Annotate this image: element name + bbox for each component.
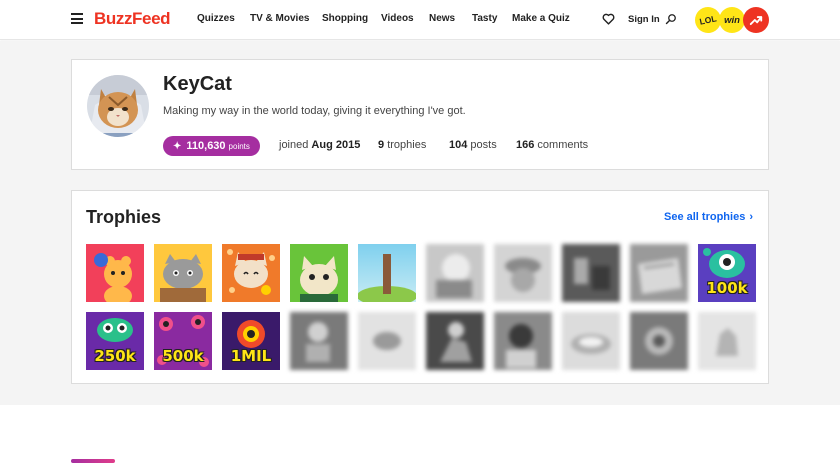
trophy-locked[interactable] xyxy=(426,244,484,302)
comments-count: 166 xyxy=(516,139,535,151)
joined-date: Aug 2015 xyxy=(311,139,361,151)
nav-make-a-quiz[interactable]: Make a Quiz xyxy=(512,13,570,24)
buzzfeed-logo[interactable]: BuzzFeed xyxy=(94,9,171,29)
trophy-250k[interactable]: 250k xyxy=(86,312,144,370)
trophies-label: trophies xyxy=(387,139,427,151)
trophy-locked[interactable] xyxy=(630,312,688,370)
search-icon[interactable] xyxy=(665,13,677,25)
points-badge: ✦ 110,630 points xyxy=(163,136,260,156)
username: KeyCat xyxy=(163,73,232,95)
cat-avatar-image xyxy=(87,75,149,137)
trophy-locked[interactable] xyxy=(630,244,688,302)
posts-stat[interactable]: 104 posts xyxy=(449,139,497,151)
milestone-label: 250k xyxy=(94,347,136,365)
trophies-stat[interactable]: 9 trophies xyxy=(378,139,426,151)
nav-tasty[interactable]: Tasty xyxy=(472,13,497,24)
trophy-frog[interactable] xyxy=(290,244,348,302)
trophy-tree-stump[interactable] xyxy=(358,244,416,302)
trophy-locked[interactable] xyxy=(426,312,484,370)
comments-stat[interactable]: 166 comments xyxy=(516,139,588,151)
user-bio: Making my way in the world today, giving… xyxy=(163,105,466,117)
site-header: BuzzFeed Quizzes TV & Movies Shopping Vi… xyxy=(0,0,840,40)
points-unit: points xyxy=(228,141,250,151)
nav-news[interactable]: News xyxy=(429,13,455,24)
trophies-card: Trophies See all trophies › 100k 250k 500… xyxy=(71,190,769,384)
chevron-right-icon: › xyxy=(749,211,753,223)
trophies-count: 9 xyxy=(378,139,385,151)
posts-label: posts xyxy=(470,139,497,151)
decorative-bar xyxy=(71,459,115,463)
trophy-500k[interactable]: 500k xyxy=(154,312,212,370)
trophy-locked[interactable] xyxy=(494,244,552,302)
see-all-label: See all trophies xyxy=(664,211,746,223)
nav-shopping[interactable]: Shopping xyxy=(322,13,368,24)
trophy-locked[interactable] xyxy=(698,312,756,370)
trophy-1mil[interactable]: 1MIL xyxy=(222,312,280,370)
nav-tv-movies[interactable]: TV & Movies xyxy=(250,13,309,24)
trophy-locked[interactable] xyxy=(494,312,552,370)
sparkle-icon: ✦ xyxy=(173,140,182,152)
milestone-label: 500k xyxy=(162,347,204,365)
milestone-label: 1MIL xyxy=(230,347,272,365)
posts-count: 104 xyxy=(449,139,468,151)
trophies-heading: Trophies xyxy=(86,207,162,227)
joined-stat: joined Aug 2015 xyxy=(279,139,360,151)
nav-videos[interactable]: Videos xyxy=(381,13,414,24)
trophy-locked[interactable] xyxy=(358,312,416,370)
win-badge[interactable]: win xyxy=(719,7,745,33)
trophy-bear[interactable] xyxy=(86,244,144,302)
milestone-label: 100k xyxy=(706,279,748,297)
heart-icon[interactable] xyxy=(602,13,615,25)
trophy-100k[interactable]: 100k xyxy=(698,244,756,302)
trophy-locked[interactable] xyxy=(562,244,620,302)
trophy-locked[interactable] xyxy=(290,312,348,370)
see-all-trophies-link[interactable]: See all trophies › xyxy=(664,211,753,223)
trophy-locked[interactable] xyxy=(562,312,620,370)
sign-in-link[interactable]: Sign In xyxy=(628,14,660,25)
points-value: 110,630 xyxy=(186,140,226,152)
trending-badge[interactable] xyxy=(743,7,769,33)
profile-card: KeyCat Making my way in the world today,… xyxy=(71,59,769,170)
trending-icon xyxy=(749,16,763,26)
menu-icon[interactable] xyxy=(71,13,83,24)
avatar[interactable] xyxy=(87,75,149,137)
trophy-grumpy-cat[interactable] xyxy=(154,244,212,302)
trophy-happy-cat[interactable] xyxy=(222,244,280,302)
comments-label: comments xyxy=(537,139,589,151)
nav-quizzes[interactable]: Quizzes xyxy=(197,13,235,24)
joined-label: joined xyxy=(279,139,309,151)
